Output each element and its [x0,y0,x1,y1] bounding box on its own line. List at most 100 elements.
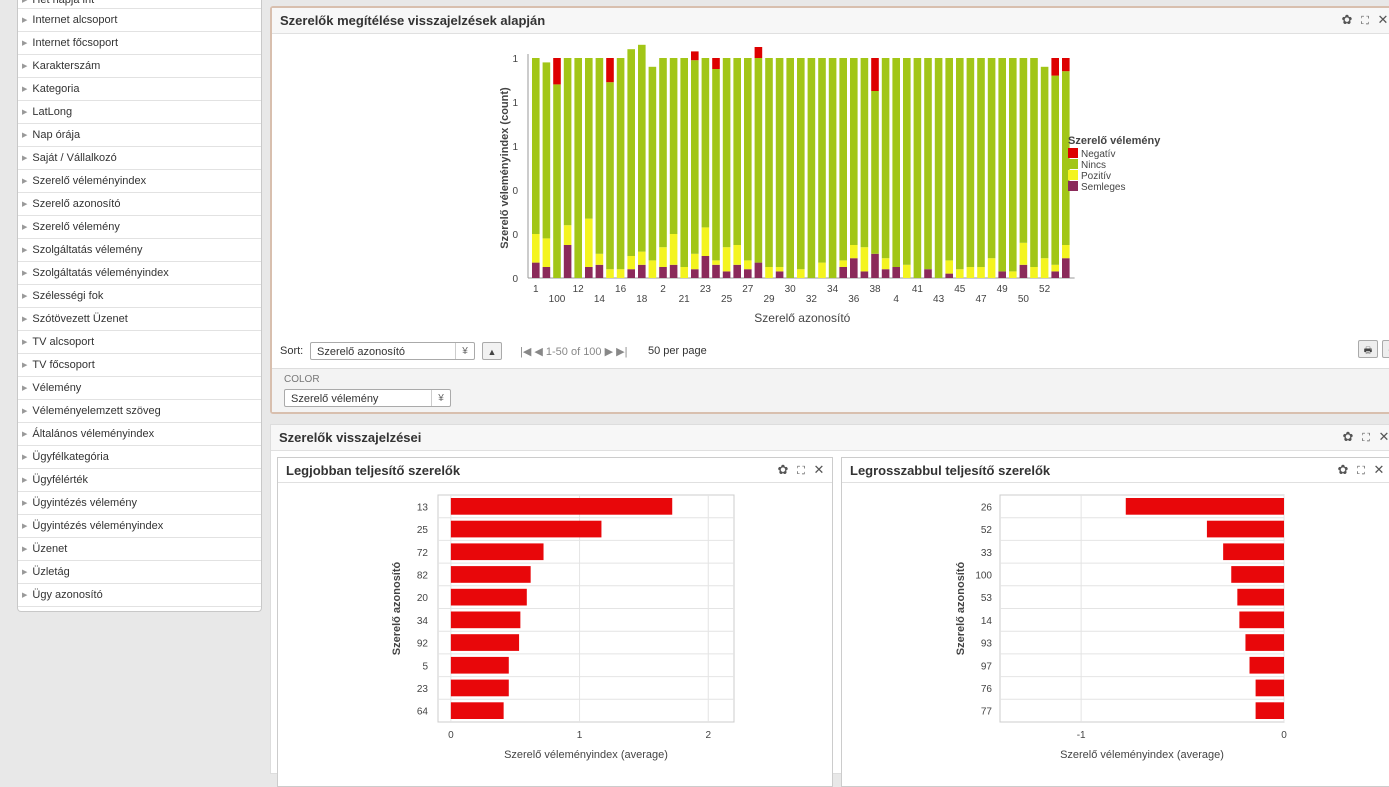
bar [450,588,527,606]
bar [1249,656,1284,674]
sidebar-item[interactable]: ▶ Szerelő azonosító [18,193,261,216]
expand-icon[interactable]: ⛶ [1356,15,1374,28]
stack-segment [691,60,699,254]
bar [1125,498,1284,515]
sidebar-item[interactable]: ▶ Üzletág [18,561,261,584]
sidebar-item[interactable]: ▶ Kategoria [18,78,261,101]
stack-segment [712,264,720,278]
sidebar-item[interactable]: ▶ Ügyfélkategória [18,446,261,469]
bar [1237,588,1284,606]
pager[interactable]: |◀ ◀ 1-50 of 100 ▶ ▶| [520,345,627,358]
color-select[interactable]: Szerelő vélemény ¥ [284,389,451,407]
stack-segment [903,264,911,278]
expand-arrow-icon: ▶ [22,454,28,461]
sidebar-item[interactable]: ▶ Szolgáltatás vélemény [18,239,261,262]
gear-icon[interactable]: ✿ [1339,429,1357,445]
stack-segment [1062,58,1070,72]
panel-title: Szerelők megítélése visszajelzések alapj… [280,13,546,28]
stack-segment [595,264,604,278]
stack-segment [638,264,646,278]
stack-segment [807,58,816,278]
close-icon[interactable]: ✕ [1370,462,1388,478]
sidebar-item[interactable]: ▶ Ügy azonosító [18,584,261,607]
expand-icon[interactable]: ⛶ [792,465,810,478]
sidebar-item[interactable]: ▶ Szótövezett Üzenet [18,308,261,331]
y-tick-label: 1 [512,142,518,153]
per-page[interactable]: 50 per page [648,345,707,357]
close-icon[interactable]: ✕ [1375,429,1389,445]
sidebar-item[interactable]: ▶ Vélemény [18,377,261,400]
stack-segment [1051,264,1059,272]
close-icon[interactable]: ✕ [810,462,828,478]
x-axis-title: Szerelő véleményindex (average) [504,749,668,761]
stack-segment [818,262,826,278]
y-tick-label: 34 [417,616,429,627]
panel-tools: ✿ ⛶ ✕ [1334,462,1388,478]
stack-segment [775,267,784,272]
sidebar-item[interactable]: ▶ TV főcsoport [18,354,261,377]
feedback-panel: Szerelők visszajelzései ✿ ⛶ ✕ Legjobban te… [270,424,1389,787]
sidebar-item[interactable]: ▶ Általános véleményindex [18,423,261,446]
x-tick-label: 2 [705,730,711,741]
gear-icon[interactable]: ✿ [1338,12,1356,28]
sidebar-item[interactable]: ▶ Karakterszám [18,55,261,78]
stack-segment [775,271,784,278]
sort-asc-icon[interactable]: ▲ [482,342,502,360]
export-icon[interactable]: ⇥ [1382,340,1389,358]
sidebar-item[interactable]: ▶ Szolgáltatás véleményindex [18,262,261,285]
print-icon[interactable]: 🖶 [1358,340,1378,358]
stack-segment [1062,245,1070,259]
bar [450,656,509,674]
sidebar-item[interactable]: ▶ Internet alcsoport [18,9,261,32]
stack-segment [606,82,614,270]
sidebar-item[interactable]: ▶ Szerelő vélemény [18,216,261,239]
stack-segment [860,271,869,278]
stack-segment [786,58,794,278]
sidebar-item[interactable]: ▶ Ügyfélérték [18,469,261,492]
bar [450,498,673,515]
expand-arrow-icon: ▶ [22,431,28,438]
x-tick-label: 100 [549,294,566,305]
sidebar-item[interactable]: ▶ Hét napja int [18,0,261,9]
y-tick-label: 64 [417,707,429,718]
expand-arrow-icon: ▶ [22,408,28,415]
panel-title: Legjobban teljesítő szerelők [286,463,461,478]
stack-segment [712,260,720,265]
expand-icon[interactable]: ⛶ [1357,432,1375,445]
gear-icon[interactable]: ✿ [774,462,792,478]
sidebar-item[interactable]: ▶ Üzenet [18,538,261,561]
sidebar-item[interactable]: ▶ Saját / Vállalkozó [18,147,261,170]
sort-select[interactable]: Szerelő azonosító ¥ [310,342,475,360]
expand-icon[interactable]: ⛶ [1352,465,1370,478]
stacked-chart-panel: Szerelők megítélése visszajelzések alapj… [270,6,1389,414]
sidebar-item-label: Szolgáltatás vélemény [32,244,143,256]
sidebar-item[interactable]: ▶ Ügyintézés véleményindex [18,515,261,538]
sidebar-item[interactable]: ▶ Véleményelemzett szöveg [18,400,261,423]
x-tick-label: 21 [679,294,691,305]
stack-segment [733,264,741,278]
stack-segment [585,58,593,219]
sidebar-item-label: Szótövezett Üzenet [32,313,128,325]
sidebar-item[interactable]: ▶ Internet főcsoport [18,32,261,55]
stack-segment [542,267,551,278]
sidebar-item[interactable]: ▶ TV alcsoport [18,331,261,354]
sidebar-item[interactable]: ▶ Ügyintézés vélemény [18,492,261,515]
close-icon[interactable]: ✕ [1374,12,1389,28]
stack-segment [966,58,975,267]
gear-icon[interactable]: ✿ [1334,462,1352,478]
sidebar-item[interactable]: ▶ Nap órája [18,124,261,147]
worst-bar-chart: -1 0 26 52 33 100 53 14 93 97 76 77 Szerelő azonosít… [955,494,1287,761]
expand-arrow-icon: ▶ [22,17,28,24]
sidebar-item[interactable]: ▶Üzenet azonosító [18,607,261,611]
sidebar-item[interactable]: ▶ Szélességi fok [18,285,261,308]
stack-segment [924,269,932,278]
sidebar-item-label: Nap órája [32,129,81,141]
sidebar-item[interactable]: ▶ LatLong [18,101,261,124]
sidebar-item[interactable]: ▶ Szerelő véleményindex [18,170,261,193]
stack-segment [956,269,964,278]
stack-segment [712,58,720,69]
stack-segment [881,58,890,259]
stack-segment [765,58,773,267]
sidebar-item-label: Karakterszám [32,60,101,72]
expand-arrow-icon: ▶ [22,247,28,254]
